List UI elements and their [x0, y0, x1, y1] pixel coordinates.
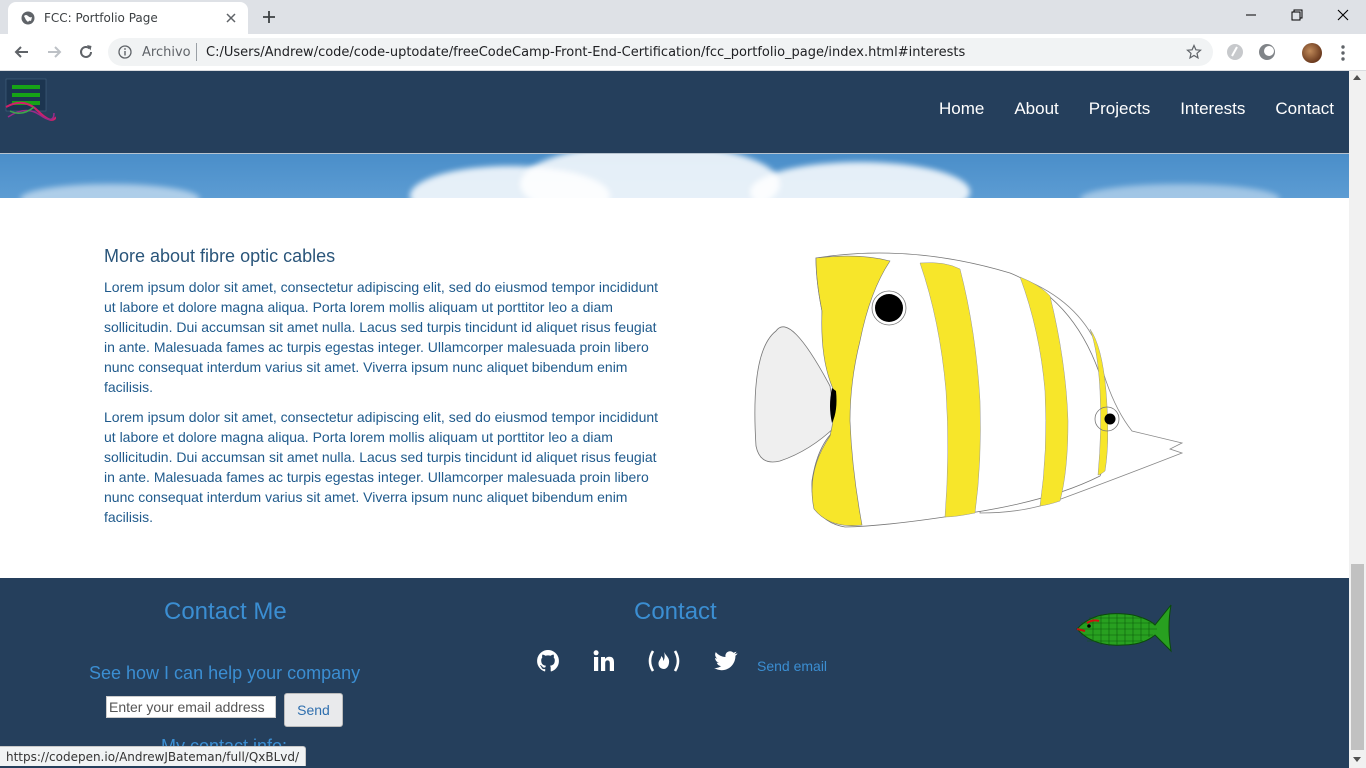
address-url[interactable]: C:/Users/Andrew/code/code-uptodate/freeC… — [206, 45, 965, 60]
forward-arrow-icon[interactable] — [44, 42, 64, 62]
green-fish-icon — [1076, 604, 1172, 653]
new-tab-icon[interactable] — [260, 8, 278, 26]
address-scheme-label: Archivo — [142, 45, 191, 60]
twitter-icon[interactable] — [713, 648, 739, 674]
section-title: More about fibre optic cables — [104, 246, 336, 266]
scroll-down-arrow-icon[interactable] — [1353, 757, 1361, 762]
extension-icon[interactable] — [1226, 43, 1244, 61]
scroll-up-arrow-icon[interactable] — [1353, 75, 1361, 80]
back-arrow-icon[interactable] — [12, 42, 32, 62]
restore-button[interactable] — [1274, 0, 1320, 30]
paragraph-1: Lorem ipsum dolor sit amet, consectetur … — [104, 279, 659, 395]
contact-me-title: Contact Me — [164, 598, 287, 625]
page-scrollbar[interactable] — [1349, 71, 1366, 768]
browser-tab[interactable]: FCC: Portfolio Page — [8, 2, 248, 34]
reload-icon[interactable] — [76, 42, 96, 62]
freecodecamp-icon[interactable] — [646, 648, 682, 674]
site-nav-links: Home About Projects Interests Contact — [909, 99, 1334, 119]
paragraph-2: Lorem ipsum dolor sit amet, consectetur … — [104, 409, 659, 525]
github-icon[interactable] — [535, 648, 561, 674]
address-bar[interactable]: Archivo C:/Users/Andrew/code/code-uptoda… — [108, 38, 1213, 66]
browser-tab-strip: FCC: Portfolio Page — [0, 0, 1366, 34]
sky-banner-image — [0, 154, 1349, 198]
send-button[interactable]: Send — [284, 693, 343, 727]
link-status-bar: https://codepen.io/AndrewJBateman/full/Q… — [0, 746, 307, 766]
scrollbar-thumb[interactable] — [1351, 564, 1364, 750]
nav-link-projects[interactable]: Projects — [1089, 99, 1150, 119]
minimize-button[interactable] — [1228, 0, 1274, 30]
nav-link-contact[interactable]: Contact — [1275, 99, 1334, 119]
help-text: See how I can help your company — [89, 663, 361, 683]
site-navbar: Home About Projects Interests Contact — [0, 71, 1349, 154]
nav-link-home[interactable]: Home — [939, 99, 984, 119]
bookmark-star-icon[interactable] — [1186, 44, 1202, 60]
nav-link-about[interactable]: About — [1014, 99, 1058, 119]
menu-kebab-icon[interactable] — [1336, 44, 1350, 62]
linkedin-icon[interactable] — [591, 648, 617, 674]
logo-hamburger-icon[interactable] — [4, 77, 56, 127]
address-divider — [196, 43, 197, 61]
close-window-icon — [1337, 9, 1349, 21]
email-field[interactable] — [106, 696, 276, 718]
restore-icon — [1291, 9, 1303, 21]
globe-icon — [21, 11, 35, 25]
profile-avatar[interactable] — [1302, 43, 1322, 63]
dark-mode-extension-icon[interactable] — [1258, 43, 1276, 61]
contact-title: Contact — [634, 598, 717, 625]
nav-link-interests[interactable]: Interests — [1180, 99, 1245, 119]
page-viewport: Home About Projects Interests Contact Mo… — [0, 71, 1349, 768]
butterflyfish-illustration — [754, 252, 1184, 528]
tab-title: FCC: Portfolio Page — [44, 11, 158, 25]
browser-toolbar: Archivo C:/Users/Andrew/code/code-uptoda… — [0, 34, 1366, 71]
close-tab-icon[interactable] — [223, 10, 239, 26]
send-email-link[interactable]: Send email — [757, 658, 827, 674]
minimize-icon — [1246, 14, 1256, 16]
info-icon[interactable] — [118, 45, 132, 59]
close-window-button[interactable] — [1320, 0, 1366, 30]
site-footer: Contact Me See how I can help your compa… — [0, 578, 1349, 768]
